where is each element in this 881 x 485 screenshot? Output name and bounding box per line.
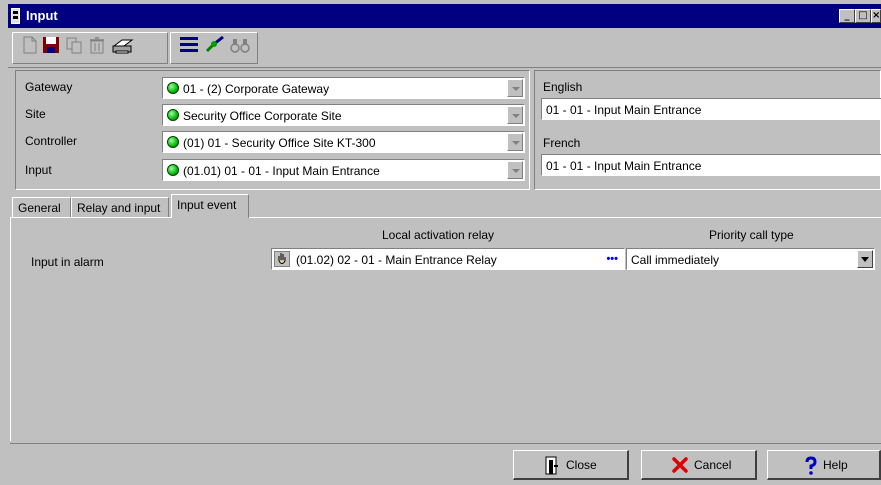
input-select[interactable]: (01.01) 01 - 01 - Input Main Entrance — [162, 159, 525, 181]
list-icon[interactable] — [178, 34, 200, 56]
local-activation-relay-field[interactable]: (01.02) 02 - 01 - Main Entrance Relay ••… — [271, 248, 625, 270]
cancel-label: Cancel — [694, 458, 732, 472]
new-document-icon[interactable] — [20, 34, 40, 56]
chevron-down-icon[interactable] — [507, 161, 523, 179]
controller-select[interactable]: (01) 01 - Security Office Site KT-300 — [162, 131, 525, 153]
tab-general[interactable]: General — [12, 197, 71, 217]
input-label: Input — [25, 163, 52, 177]
input-value: (01.01) 01 - 01 - Input Main Entrance — [183, 164, 380, 178]
window-title: Input — [26, 8, 58, 23]
door-exit-icon — [545, 456, 558, 475]
gateway-value: 01 - (2) Corporate Gateway — [183, 82, 330, 96]
binoculars-icon[interactable] — [229, 34, 251, 56]
input-event-panel: Local activation relay Priority call typ… — [10, 217, 881, 441]
maximize-button[interactable]: □ — [855, 9, 871, 23]
help-label: Help — [823, 458, 848, 472]
toolbar — [8, 28, 881, 68]
print-icon[interactable] — [110, 34, 136, 56]
delete-icon[interactable] — [87, 34, 107, 56]
question-mark-icon — [805, 456, 817, 475]
title-bar: Input _ □ × — [8, 4, 881, 28]
close-label: Close — [566, 458, 597, 472]
selection-panel: Gateway 01 - (2) Corporate Gateway Site … — [15, 70, 530, 190]
chevron-down-icon[interactable] — [507, 133, 523, 151]
help-button[interactable]: Help — [767, 450, 881, 480]
site-select[interactable]: Security Office Corporate Site — [162, 104, 525, 126]
chevron-down-icon[interactable] — [507, 79, 523, 97]
save-icon[interactable] — [41, 34, 61, 56]
input-app-icon — [11, 8, 20, 24]
minimize-button[interactable]: _ — [839, 9, 855, 23]
gateway-label: Gateway — [25, 80, 73, 94]
tab-input-event[interactable]: Input event — [171, 194, 249, 218]
status-ok-icon — [167, 109, 179, 121]
close-button[interactable]: Close — [513, 450, 629, 480]
input-in-alarm-label: Input in alarm — [31, 255, 104, 269]
tab-relay-and-input[interactable]: Relay and input — [71, 197, 169, 217]
cancel-button[interactable]: Cancel — [641, 450, 757, 480]
relay-value: (01.02) 02 - 01 - Main Entrance Relay — [296, 253, 497, 267]
french-value: 01 - 01 - Input Main Entrance — [546, 159, 702, 173]
button-bar: Close Cancel Help — [10, 443, 881, 485]
english-description-field[interactable]: 01 - 01 - Input Main Entrance — [541, 98, 881, 120]
french-label: French — [543, 136, 581, 150]
french-description-field[interactable]: 01 - 01 - Input Main Entrance — [541, 154, 881, 176]
description-panel: English 01 - 01 - Input Main Entrance Fr… — [534, 70, 881, 190]
link-icon[interactable] — [204, 34, 226, 56]
site-label: Site — [25, 107, 46, 121]
english-label: English — [543, 80, 583, 94]
status-ok-icon — [167, 82, 179, 94]
gateway-select[interactable]: 01 - (2) Corporate Gateway — [162, 77, 525, 99]
site-value: Security Office Corporate Site — [183, 109, 342, 123]
status-ok-icon — [167, 164, 179, 176]
close-window-button[interactable]: × — [871, 9, 881, 23]
priority-value: Call immediately — [631, 253, 720, 267]
browse-ellipsis-icon[interactable]: ••• — [606, 253, 618, 265]
controller-label: Controller — [25, 134, 78, 148]
copy-icon[interactable] — [64, 34, 84, 56]
x-cancel-icon — [672, 457, 688, 473]
priority-column-header: Priority call type — [709, 228, 794, 242]
relay-column-header: Local activation relay — [382, 228, 495, 242]
priority-call-type-select[interactable]: Call immediately — [626, 248, 875, 270]
chevron-down-icon[interactable] — [857, 250, 873, 268]
relay-icon — [274, 251, 290, 267]
english-value: 01 - 01 - Input Main Entrance — [546, 103, 702, 117]
controller-value: (01) 01 - Security Office Site KT-300 — [183, 136, 376, 150]
chevron-down-icon[interactable] — [507, 106, 523, 124]
status-ok-icon — [167, 136, 179, 148]
